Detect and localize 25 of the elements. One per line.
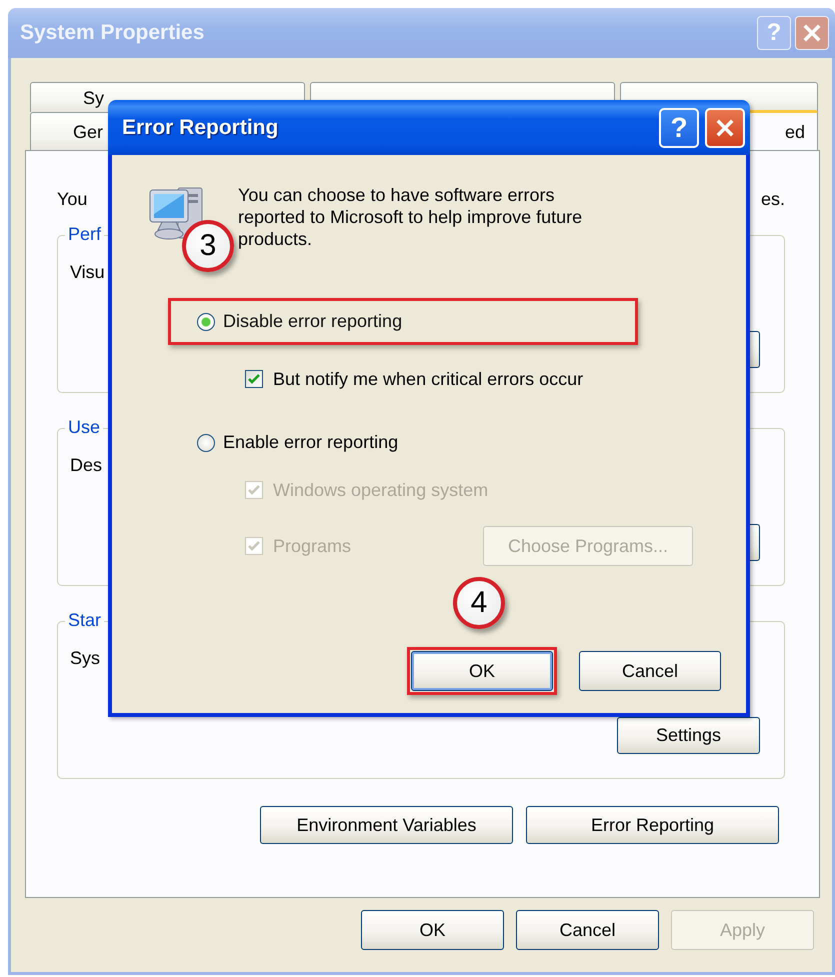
option-label[interactable]: Enable error reporting — [223, 432, 398, 453]
step-badge: 3 — [182, 220, 234, 272]
radio-button[interactable] — [197, 434, 215, 452]
radio-button[interactable] — [197, 312, 215, 330]
button[interactable]: Cancel — [579, 651, 721, 691]
button[interactable]: Cancel — [516, 910, 659, 950]
window-title: System Properties — [20, 21, 204, 45]
close-icon — [802, 23, 822, 43]
close-icon — [715, 118, 735, 138]
checkbox-label[interactable]: But notify me when critical errors occur — [273, 368, 584, 390]
button[interactable]: Error Reporting — [526, 806, 779, 844]
group-text: Visu — [70, 262, 105, 283]
option-label[interactable]: Disable error reporting — [223, 311, 402, 332]
help-button[interactable]: ? — [659, 108, 699, 148]
button[interactable]: OK — [361, 910, 504, 950]
message-text: You can choose to have software errors reported to Microsoft to help improve future products. — [238, 184, 582, 250]
button[interactable]: Environment Variables — [260, 806, 513, 844]
settings-button[interactable]: Settings — [617, 717, 760, 754]
group-text: Sys — [70, 648, 100, 669]
description-text: es. — [760, 189, 785, 211]
step-badge: 4 — [453, 577, 505, 629]
checkbox[interactable] — [245, 370, 263, 388]
group-text: Des — [70, 455, 102, 476]
button[interactable]: OK — [411, 651, 553, 691]
description-text: You — [57, 189, 88, 211]
